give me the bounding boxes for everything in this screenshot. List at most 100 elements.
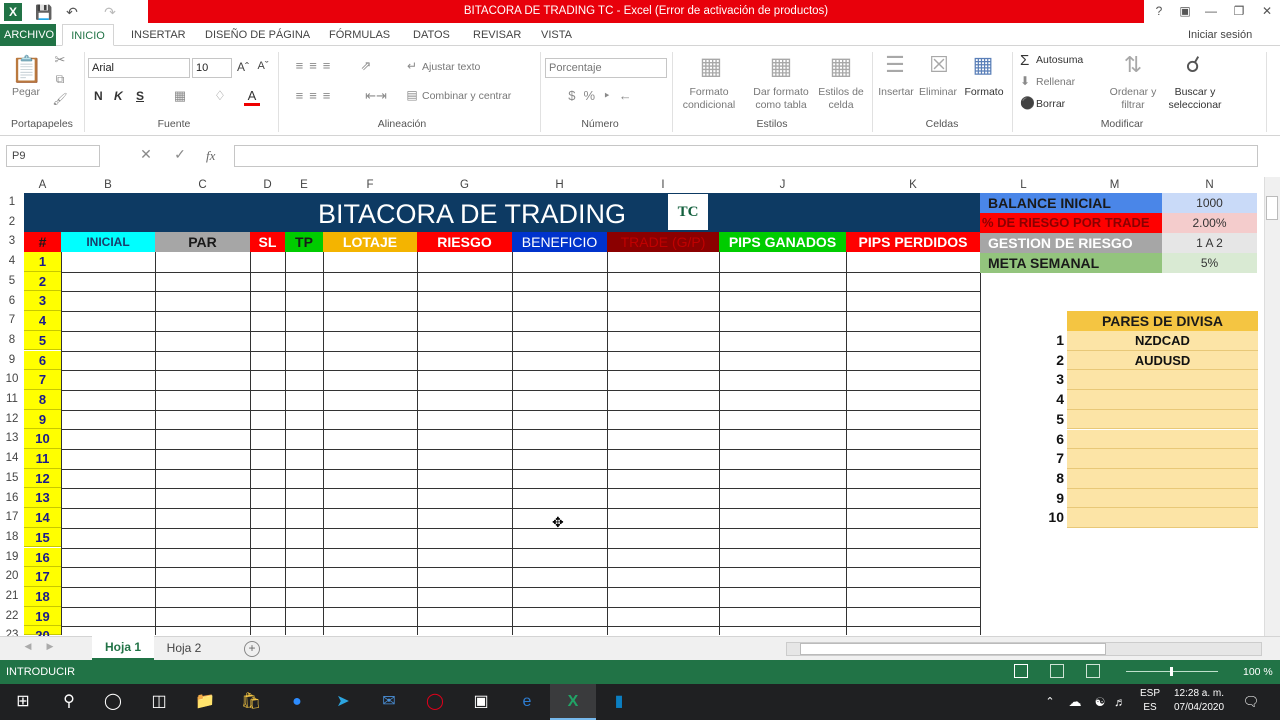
trade-number-cell[interactable]: 15 xyxy=(24,527,61,548)
start-icon[interactable]: ⊞ xyxy=(0,684,46,720)
edge-icon[interactable]: e xyxy=(504,684,550,720)
row-header[interactable]: 22 xyxy=(0,607,24,627)
formula-input[interactable] xyxy=(234,145,1258,167)
row-header[interactable]: 4 xyxy=(0,252,24,272)
name-box[interactable]: P9 xyxy=(6,145,100,167)
tab-vista[interactable]: VISTA xyxy=(537,24,576,46)
column-header-h[interactable]: H xyxy=(512,177,607,193)
row-header[interactable]: 16 xyxy=(0,489,24,509)
pair-cell[interactable] xyxy=(1067,390,1258,410)
summary-value[interactable]: 2.00% xyxy=(1162,213,1257,233)
column-heading[interactable]: TP xyxy=(285,232,323,252)
borders-icon[interactable]: ▦ xyxy=(172,88,188,104)
column-header-f[interactable]: F xyxy=(323,177,417,193)
autosum-icon[interactable]: Σ xyxy=(1020,52,1029,69)
column-header-j[interactable]: J xyxy=(719,177,846,193)
page-layout-icon[interactable] xyxy=(1050,664,1064,678)
undo-icon[interactable]: ↶ xyxy=(62,2,82,22)
column-heading[interactable]: # xyxy=(24,232,61,252)
next-sheet-icon[interactable]: ▶ xyxy=(44,641,56,652)
cortana-icon[interactable]: ◯ xyxy=(90,684,136,720)
clock[interactable]: 12:28 a. m. 07/04/2020 xyxy=(1168,687,1230,715)
number-format-select[interactable]: Porcentaje xyxy=(545,58,667,78)
pair-cell[interactable] xyxy=(1067,409,1258,430)
row-header[interactable]: 11 xyxy=(0,390,24,410)
insert-function-button[interactable]: fx xyxy=(206,148,215,164)
mail-icon[interactable]: ✉ xyxy=(366,684,412,720)
column-heading[interactable]: BENEFICIO xyxy=(512,232,607,252)
row-header[interactable]: 14 xyxy=(0,449,24,469)
wrap-text-icon[interactable]: ↵ xyxy=(404,59,420,73)
row-header[interactable]: 2 xyxy=(0,213,24,233)
notifications-icon[interactable]: 🗨 xyxy=(1236,684,1266,720)
vertical-scroll-thumb[interactable] xyxy=(1266,196,1278,220)
column-header-n[interactable]: N xyxy=(1162,177,1257,193)
tab-archivo[interactable]: ARCHIVO xyxy=(0,24,56,46)
column-heading[interactable]: TRADE (G/P) xyxy=(607,232,719,252)
confirm-entry-icon[interactable]: ✓ xyxy=(172,146,188,163)
font-size-select[interactable]: 10 xyxy=(192,58,232,78)
save-icon[interactable]: 💾 xyxy=(34,2,54,22)
merge-center-button[interactable]: Combinar y centrar xyxy=(422,90,511,103)
sort-filter-button[interactable]: Ordenar y filtrar xyxy=(1106,86,1160,112)
table-format-icon[interactable]: ▦ xyxy=(766,52,796,82)
trade-number-cell[interactable]: 20 xyxy=(24,626,61,643)
column-header-i[interactable]: I xyxy=(607,177,719,193)
trade-number-cell[interactable]: 14 xyxy=(24,508,61,528)
font-name-select[interactable]: Arial xyxy=(88,58,190,78)
row-header[interactable]: 20 xyxy=(0,567,24,587)
indent-icons[interactable]: ⇤⇥ xyxy=(356,88,396,104)
column-header-d[interactable]: D xyxy=(250,177,285,193)
telegram-icon[interactable]: ➤ xyxy=(320,684,366,720)
tab-formulas[interactable]: FÓRMULAS xyxy=(325,24,394,46)
column-header-m[interactable]: M xyxy=(1067,177,1162,193)
column-header-c[interactable]: C xyxy=(155,177,250,193)
format-cells-button[interactable]: Formato xyxy=(960,86,1008,99)
conditional-format-button[interactable]: Formato condicional xyxy=(676,86,742,112)
tab-datos[interactable]: DATOS xyxy=(409,24,454,46)
row-header[interactable]: 3 xyxy=(0,232,24,252)
pair-cell[interactable] xyxy=(1067,488,1258,509)
close-button[interactable]: ✕ xyxy=(1250,0,1280,23)
row-header[interactable]: 15 xyxy=(0,469,24,489)
copy-icon[interactable]: ⧉ xyxy=(50,72,70,87)
column-heading[interactable]: SL xyxy=(250,232,285,252)
column-header-e[interactable]: E xyxy=(285,177,323,193)
number-format-icons[interactable]: $%‣← xyxy=(548,88,660,104)
insert-cells-button[interactable]: Insertar xyxy=(874,86,918,99)
row-header[interactable]: 12 xyxy=(0,410,24,430)
column-header-b[interactable]: B xyxy=(61,177,155,193)
trade-number-cell[interactable]: 18 xyxy=(24,586,61,607)
trade-number-cell[interactable]: 7 xyxy=(24,370,61,390)
task-view-icon[interactable]: ◫ xyxy=(136,684,182,720)
merge-center-icon[interactable]: ▤ xyxy=(404,88,420,102)
tab-revisar[interactable]: REVISAR xyxy=(469,24,525,46)
fill-button[interactable]: Rellenar xyxy=(1036,76,1075,89)
wifi-icon[interactable]: ☯ xyxy=(1090,684,1110,720)
trade-number-cell[interactable]: 13 xyxy=(24,488,61,509)
language-indicator[interactable]: ESP ES xyxy=(1138,687,1162,715)
cell-styles-icon[interactable]: ▦ xyxy=(826,52,856,82)
search-icon[interactable]: ⚲ xyxy=(46,684,92,720)
row-header[interactable]: 8 xyxy=(0,331,24,351)
onedrive-icon[interactable]: ☁ xyxy=(1064,684,1086,720)
row-header[interactable]: 7 xyxy=(0,311,24,331)
volume-icon[interactable]: ♬ xyxy=(1110,684,1130,720)
row-header[interactable]: 9 xyxy=(0,351,24,371)
store-icon[interactable]: 🛍 xyxy=(228,684,274,720)
row-header[interactable]: 13 xyxy=(0,429,24,449)
pair-cell[interactable]: AUDUSD xyxy=(1067,350,1258,371)
app-icon[interactable]: ▣ xyxy=(458,684,504,720)
trade-number-cell[interactable]: 1 xyxy=(24,252,61,272)
vertical-scrollbar[interactable] xyxy=(1264,177,1280,636)
trade-number-cell[interactable]: 3 xyxy=(24,291,61,312)
pair-cell[interactable]: NZDCAD xyxy=(1067,331,1258,351)
pair-cell[interactable] xyxy=(1067,429,1258,450)
row-header[interactable]: 18 xyxy=(0,528,24,548)
cancel-entry-icon[interactable]: ✕ xyxy=(138,146,154,163)
tab-diseno-pagina[interactable]: DISEÑO DE PÁGINA xyxy=(201,24,314,46)
column-heading[interactable]: INICIAL xyxy=(61,232,155,252)
underline-button[interactable]: S xyxy=(136,89,144,103)
trade-number-cell[interactable]: 11 xyxy=(24,449,61,469)
tab-insertar[interactable]: INSERTAR xyxy=(127,24,190,46)
